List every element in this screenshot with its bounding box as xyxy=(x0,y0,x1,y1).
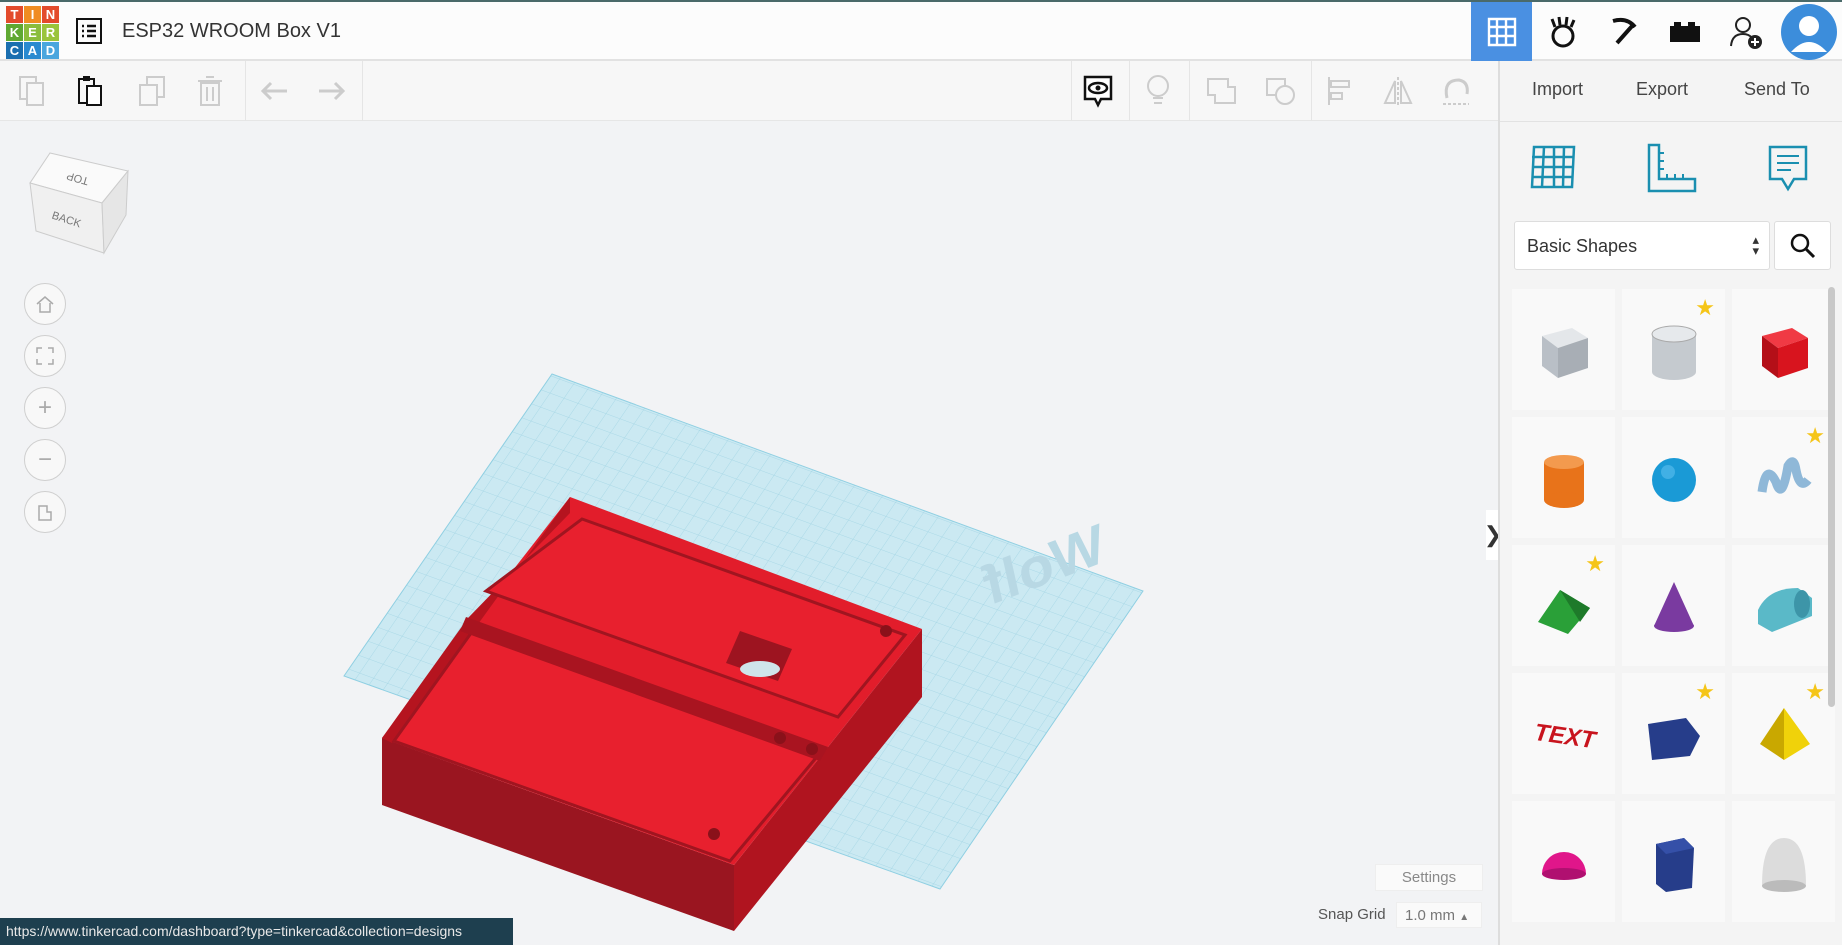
logo-letter: R xyxy=(42,24,59,41)
cylinder-hole-icon xyxy=(1651,325,1696,380)
undo-icon[interactable] xyxy=(256,73,292,109)
favorite-star-icon: ★ xyxy=(1805,423,1825,448)
sphere-icon xyxy=(1651,457,1696,502)
snap-grid-select[interactable]: 1.0 mm ▲ xyxy=(1396,902,1482,928)
box-icon xyxy=(1761,327,1808,378)
shape-box[interactable] xyxy=(1732,289,1835,410)
right-panel: Import Export Send To Basic Shapes ▴ ▾ ★ ★ ★… xyxy=(1498,61,1842,945)
search-button[interactable] xyxy=(1774,221,1831,270)
shape-round-roof[interactable] xyxy=(1732,545,1835,666)
align-icon[interactable] xyxy=(1322,73,1358,109)
duplicate-icon[interactable] xyxy=(134,73,170,109)
logo-letter: T xyxy=(6,6,23,23)
workplane-grid-icon[interactable] xyxy=(1528,143,1578,193)
shape-text[interactable]: TEXT xyxy=(1512,673,1615,794)
notes-icon[interactable] xyxy=(1766,143,1810,195)
roof-icon xyxy=(1537,589,1590,634)
toolbar xyxy=(0,61,1498,121)
3d-design-grid-icon[interactable] xyxy=(1471,2,1532,61)
trash-icon[interactable] xyxy=(192,73,228,109)
search-icon xyxy=(1790,233,1815,258)
design-list-icon[interactable] xyxy=(76,18,102,44)
favorite-star-icon: ★ xyxy=(1805,679,1825,704)
shape-paraboloid[interactable] xyxy=(1732,801,1835,922)
scribble-icon xyxy=(1757,456,1812,494)
shape-box-hole[interactable] xyxy=(1512,289,1615,410)
show-hide-icon[interactable] xyxy=(1080,73,1116,109)
logo-letter: D xyxy=(42,42,59,59)
ruler-icon[interactable] xyxy=(1645,143,1697,195)
caret-up-icon: ▲ xyxy=(1459,912,1470,923)
polygon-icon xyxy=(1655,837,1694,892)
favorite-star-icon: ★ xyxy=(1585,551,1605,576)
paste-icon[interactable] xyxy=(72,73,108,109)
shape-cylinder[interactable] xyxy=(1512,417,1615,538)
send-to-button[interactable]: Send To xyxy=(1744,79,1810,100)
shape-scribble[interactable]: ★ xyxy=(1732,417,1835,538)
shape-category-select[interactable]: Basic Shapes ▴ ▾ xyxy=(1514,221,1770,270)
shape-polygon[interactable] xyxy=(1622,801,1725,922)
favorite-star-icon: ★ xyxy=(1695,679,1715,704)
polygon-prism-icon xyxy=(1647,717,1700,760)
shape-half-sphere[interactable] xyxy=(1512,801,1615,922)
favorite-star-icon: ★ xyxy=(1695,295,1715,320)
pickaxe-icon[interactable] xyxy=(1593,2,1654,61)
settings-button[interactable]: Settings xyxy=(1375,864,1483,891)
export-button[interactable]: Export xyxy=(1636,79,1688,100)
ungroup-icon[interactable] xyxy=(1262,73,1298,109)
panel-scrollbar[interactable] xyxy=(1828,287,1835,707)
tinkercad-logo[interactable]: T I N K E R C A D xyxy=(6,6,59,59)
svg-text:TEXT: TEXT xyxy=(1532,718,1599,754)
shape-roof[interactable]: ★ xyxy=(1512,545,1615,666)
cruise-icon[interactable] xyxy=(1438,73,1474,109)
shape-cone[interactable] xyxy=(1622,545,1725,666)
text-icon: TEXT xyxy=(1532,718,1599,754)
category-value: Basic Shapes xyxy=(1527,236,1638,256)
pyramid-icon xyxy=(1759,707,1810,760)
shape-grid: ★ ★ ★ TEXT ★ ★ xyxy=(1512,289,1835,922)
round-roof-icon xyxy=(1757,587,1812,632)
logo-letter: A xyxy=(24,42,41,59)
snap-grid-value: 1.0 mm xyxy=(1405,907,1456,924)
logo-letter: N xyxy=(42,6,59,23)
add-user-icon[interactable] xyxy=(1715,2,1776,61)
header: T I N K E R C A D ESP32 WROOM Box V1 xyxy=(0,0,1842,61)
logo-letter: E xyxy=(24,24,41,41)
copy-icon[interactable] xyxy=(14,73,50,109)
shape-pyramid[interactable]: ★ xyxy=(1732,673,1835,794)
sort-arrows-icon: ▴ ▾ xyxy=(1752,232,1759,258)
avatar[interactable] xyxy=(1776,2,1842,61)
logo-letter: K xyxy=(6,24,23,41)
logo-letter: C xyxy=(6,42,23,59)
shape-polygon-prism[interactable]: ★ xyxy=(1622,673,1725,794)
shape-cylinder-hole[interactable]: ★ xyxy=(1622,289,1725,410)
box-hole-icon xyxy=(1541,327,1588,378)
import-button[interactable]: Import xyxy=(1532,79,1583,100)
mirror-icon[interactable] xyxy=(1380,73,1416,109)
cone-icon xyxy=(1653,581,1694,632)
design-title[interactable]: ESP32 WROOM Box V1 xyxy=(122,20,341,43)
bricks-icon[interactable] xyxy=(1654,2,1715,61)
hand-sim-icon[interactable] xyxy=(1532,2,1593,61)
3d-scene: Wolf xyxy=(343,373,1144,931)
cylinder-icon xyxy=(1543,454,1584,508)
snap-grid-label: Snap Grid xyxy=(1318,906,1386,923)
status-url: https://www.tinkercad.com/dashboard?type… xyxy=(0,918,513,945)
light-bulb-icon[interactable] xyxy=(1140,73,1176,109)
half-sphere-icon xyxy=(1541,851,1586,880)
shape-sphere[interactable] xyxy=(1622,417,1725,538)
logo-letter: I xyxy=(24,6,41,23)
paraboloid-icon xyxy=(1761,837,1806,892)
redo-icon[interactable] xyxy=(314,73,350,109)
group-icon[interactable] xyxy=(1203,73,1239,109)
workplane-canvas[interactable]: TOP BACK + − Wolf Settings Snap Grid 1.0… xyxy=(0,121,1502,945)
